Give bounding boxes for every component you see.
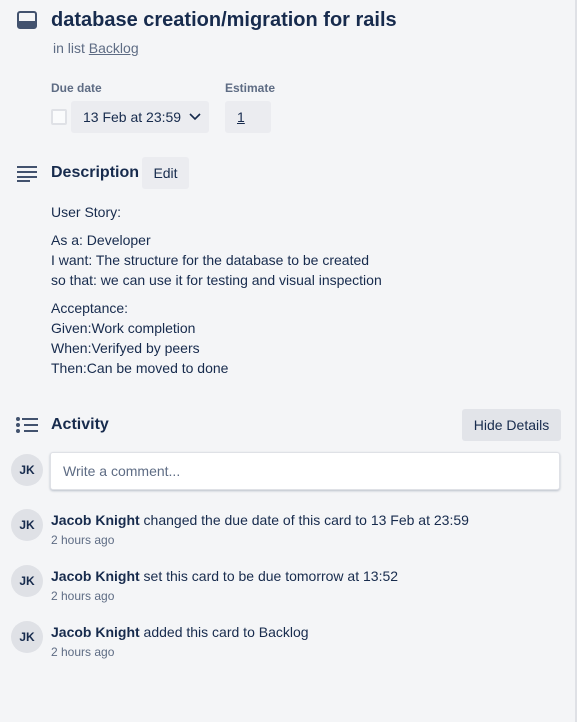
list-link[interactable]: Backlog [89, 40, 139, 56]
activity-entry: Jacob Knight added this card to Backlog [51, 624, 309, 640]
activity-action: set this card to be due tomorrow at 13:5… [139, 568, 399, 584]
activity-timestamp[interactable]: 2 hours ago [51, 645, 114, 659]
description-paragraph: User Story: [51, 202, 531, 222]
description-paragraph: As a: Developer I want: The structure for… [51, 230, 531, 290]
due-complete-checkbox[interactable] [51, 109, 67, 125]
list-breadcrumb: in list Backlog [53, 40, 139, 56]
in-list-prefix: in list [53, 40, 85, 56]
activity-heading: Activity [51, 416, 109, 433]
card-title[interactable]: database creation/migration for rails [51, 9, 397, 32]
due-date-label: Due date [51, 81, 102, 95]
description-line: I want: The structure for the database t… [51, 252, 370, 268]
activity-action: added this card to Backlog [139, 624, 309, 640]
description-body[interactable]: User Story: As a: Developer I want: The st… [51, 202, 531, 386]
activity-timestamp[interactable]: 2 hours ago [51, 589, 114, 603]
description-line: Acceptance: [51, 300, 129, 316]
estimate-label: Estimate [225, 81, 276, 95]
avatar[interactable]: JK [11, 454, 43, 486]
edit-description-button[interactable]: Edit [142, 157, 189, 189]
description-heading: Description [51, 164, 140, 181]
description-paragraph: Acceptance: Given:Work completion When:Ver… [51, 298, 531, 378]
activity-timestamp[interactable]: 2 hours ago [51, 533, 114, 547]
activity-entry: Jacob Knight changed the due date of thi… [51, 512, 469, 528]
chevron-down-icon [189, 113, 201, 121]
description-line: Then:Can be moved to done [51, 360, 229, 376]
due-date-button[interactable]: 13 Feb at 23:59 [71, 101, 209, 133]
comment-input[interactable] [50, 452, 560, 490]
description-line: User Story: [51, 204, 122, 220]
activity-list-icon [16, 417, 38, 433]
activity-user[interactable]: Jacob Knight [51, 624, 140, 640]
description-line: Given:Work completion [51, 320, 196, 336]
activity-user[interactable]: Jacob Knight [51, 512, 140, 528]
description-line: so that: we can use it for testing and v… [51, 272, 382, 288]
estimate-value[interactable]: 1 [225, 101, 271, 133]
description-line: When:Verifyed by peers [51, 340, 200, 356]
card-detail-window: database creation/migration for rails in… [0, 0, 577, 722]
description-line: As a: Developer [51, 232, 151, 248]
activity-user[interactable]: Jacob Knight [51, 568, 140, 584]
avatar[interactable]: JK [11, 565, 43, 597]
activity-entry: Jacob Knight set this card to be due tom… [51, 568, 398, 584]
card-icon [17, 11, 37, 29]
hide-details-button[interactable]: Hide Details [462, 409, 561, 441]
description-lines-icon [17, 166, 37, 182]
avatar[interactable]: JK [11, 509, 43, 541]
avatar[interactable]: JK [11, 621, 43, 653]
activity-action: changed the due date of this card to 13 … [139, 512, 469, 528]
due-date-value: 13 Feb at 23:59 [83, 109, 182, 125]
